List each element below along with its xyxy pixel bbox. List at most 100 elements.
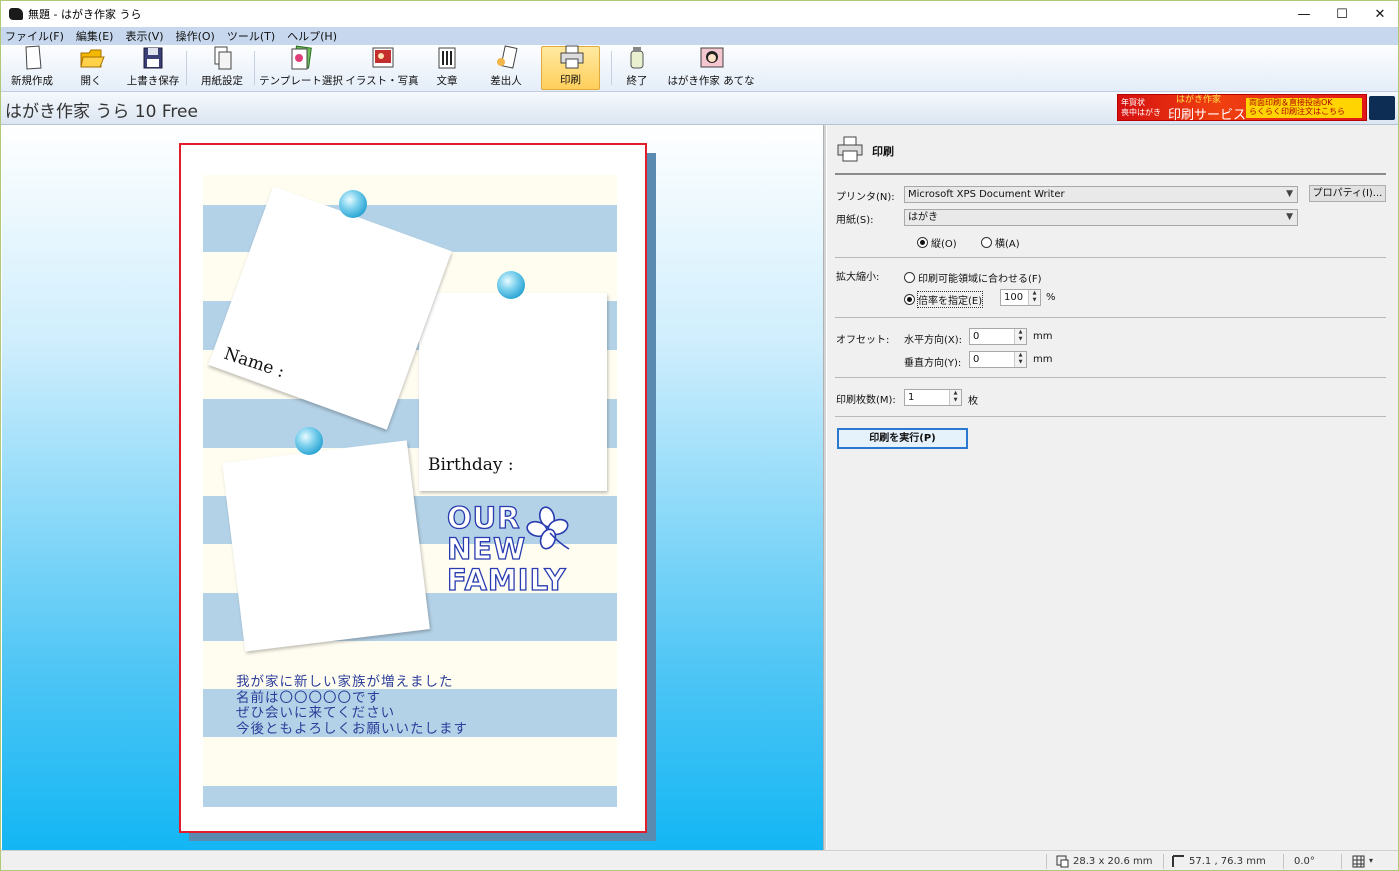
menu-view[interactable]: 表示(V) (125, 28, 163, 44)
card-message[interactable]: 我が家に新しい家族が増えました 名前は〇〇〇〇〇です ぜひ会いに来てください 今… (236, 674, 468, 737)
spinner-arrows-icon[interactable]: ▲ ▼ (1014, 329, 1026, 344)
address-app-icon (699, 45, 724, 71)
address-app-button[interactable]: はがき作家 あてな (667, 45, 755, 90)
stripe (203, 786, 617, 807)
ratio-spinner[interactable]: 100 ▲ ▼ (1000, 289, 1041, 306)
vertical-value: 0 (973, 354, 980, 365)
portrait-radio[interactable]: 縦(O) (917, 235, 957, 250)
print-label: 印刷 (560, 74, 581, 86)
save-label: 上書き保存 (126, 75, 180, 87)
print-panel-title: 印刷 (872, 145, 894, 158)
landscape-radio[interactable]: 横(A) (981, 235, 1020, 250)
spinner-arrows-icon[interactable]: ▲ ▼ (1014, 352, 1026, 367)
printer-icon (559, 44, 583, 70)
family-line3: FAMILY (446, 563, 567, 597)
illustration-photo-button[interactable]: イラスト・写真 (345, 45, 419, 90)
folder-icon (79, 45, 105, 71)
illustration-icon (370, 45, 394, 71)
copies-label: 印刷枚数(M): (836, 395, 896, 406)
fit-printable-label: 印刷可能領域に合わせる(F) (918, 274, 1042, 285)
birthday-label[interactable]: Birthday : (428, 455, 514, 475)
sender-icon (494, 45, 518, 71)
close-button[interactable]: ✕ (1361, 1, 1398, 27)
message-line: ぜひ会いに来てください (236, 705, 396, 721)
vertical-offset-spinner[interactable]: 0 ▲ ▼ (969, 351, 1027, 368)
copies-unit: 枚 (968, 396, 978, 407)
text-button[interactable]: 文章 (427, 46, 467, 90)
grid-icon[interactable] (1352, 855, 1365, 868)
menu-edit[interactable]: 編集(E) (76, 28, 114, 44)
ratio-radio[interactable]: 倍率を指定(E) (904, 291, 984, 308)
offset-label: オフセット: (836, 335, 890, 346)
print-service-banner[interactable]: 年賀状 喪中はがき はがき作家 印刷サービス 両面印刷＆直接投函OK らくらく印… (1117, 94, 1367, 123)
template-select-label: テンプレート選択 (259, 75, 343, 87)
banner-line2: 喪中はがき (1121, 108, 1161, 117)
toolbar-separator (254, 51, 255, 85)
ratio-label: 倍率を指定(E) (916, 291, 984, 308)
spinner-arrows-icon[interactable]: ▲ ▼ (949, 390, 961, 405)
maximize-button[interactable]: ☐ (1323, 1, 1361, 27)
scale-label: 拡大縮小: (836, 272, 880, 283)
menu-help[interactable]: ヘルプ(H) (287, 28, 337, 44)
banner-line1: 年賀状 (1121, 98, 1145, 107)
template-select-button[interactable]: テンプレート選択 (259, 45, 343, 90)
horizontal-unit: mm (1033, 331, 1053, 342)
vertical-label: 垂直方向(Y): (904, 358, 962, 369)
fit-printable-radio[interactable]: 印刷可能領域に合わせる(F) (904, 270, 1042, 285)
banner-promo: 両面印刷＆直接投函OK らくらく印刷注文はこちら (1246, 98, 1362, 118)
text-label: 文章 (436, 75, 458, 87)
object-size-icon (1056, 855, 1069, 868)
menu-file[interactable]: ファイル(F) (5, 28, 64, 44)
properties-button[interactable]: プロパティ(I)... (1309, 185, 1386, 202)
printer-select[interactable]: Microsoft XPS Document Writer ▼ (904, 186, 1298, 203)
paper-setup-icon (210, 45, 234, 71)
save-button[interactable]: 上書き保存 (125, 46, 181, 90)
text-icon (435, 45, 459, 71)
radio-indicator (904, 294, 915, 305)
app-title: はがき作家 うら 10 Free (5, 102, 198, 122)
horizontal-label: 水平方向(X): (904, 335, 963, 346)
app-icon (9, 8, 23, 20)
toolbar-separator (186, 51, 187, 85)
radio-indicator (904, 272, 915, 283)
exit-label: 終了 (626, 75, 648, 87)
sender-button[interactable]: 差出人 (485, 45, 527, 90)
floppy-disk-icon (141, 45, 165, 71)
copies-spinner[interactable]: 1 ▲ ▼ (904, 389, 962, 406)
grid-dropdown-icon[interactable]: ▾ (1369, 856, 1373, 865)
template-icon (289, 45, 313, 71)
postcard[interactable]: Name : Birthday : OUR NEW FAMILY 我が家に新しい… (179, 143, 647, 833)
horizontal-value: 0 (973, 331, 980, 342)
clover-icon (526, 506, 570, 550)
print-button[interactable]: 印刷 (541, 44, 600, 90)
new-button[interactable]: 新規作成 (9, 45, 55, 90)
app-header: はがき作家 うら 10 Free 年賀状 喪中はがき はがき作家 印刷サービス … (1, 92, 1398, 125)
photo-frame-bottom[interactable] (222, 440, 430, 652)
position-ruler-icon (1172, 855, 1184, 867)
open-button[interactable]: 開く (71, 46, 111, 90)
pane-splitter[interactable] (823, 125, 826, 850)
status-size: 28.3 x 20.6 mm (1073, 856, 1153, 867)
menu-tools[interactable]: ツール(T) (227, 28, 275, 44)
banner-promo2: らくらく印刷注文はこちら (1249, 107, 1345, 116)
paper-select[interactable]: はがき ▼ (904, 209, 1298, 226)
execute-print-button[interactable]: 印刷を実行(P) (837, 428, 968, 449)
title-bar: 無題 - はがき作家 うら — ☐ ✕ (1, 1, 1398, 27)
exit-button[interactable]: 終了 (621, 46, 653, 90)
mascot-icon[interactable] (1369, 96, 1395, 120)
menu-operation[interactable]: 操作(O) (176, 28, 215, 44)
spinner-arrows-icon[interactable]: ▲ ▼ (1028, 290, 1040, 305)
divider (835, 317, 1386, 318)
paper-setup-button[interactable]: 用紙設定 (197, 46, 247, 90)
address-app-label: はがき作家 あてな (667, 75, 755, 87)
minimize-button[interactable]: — (1285, 1, 1323, 27)
sender-label: 差出人 (490, 75, 522, 87)
chevron-down-icon: ▼ (1286, 212, 1293, 222)
divider (835, 416, 1386, 417)
horizontal-offset-spinner[interactable]: 0 ▲ ▼ (969, 328, 1027, 345)
printer-value: Microsoft XPS Document Writer (908, 189, 1065, 200)
message-line: 今後ともよろしくお願いいたします (236, 720, 468, 737)
radio-indicator (981, 237, 992, 248)
paper-label: 用紙(S): (836, 215, 874, 226)
status-angle: 0.0° (1294, 856, 1315, 867)
